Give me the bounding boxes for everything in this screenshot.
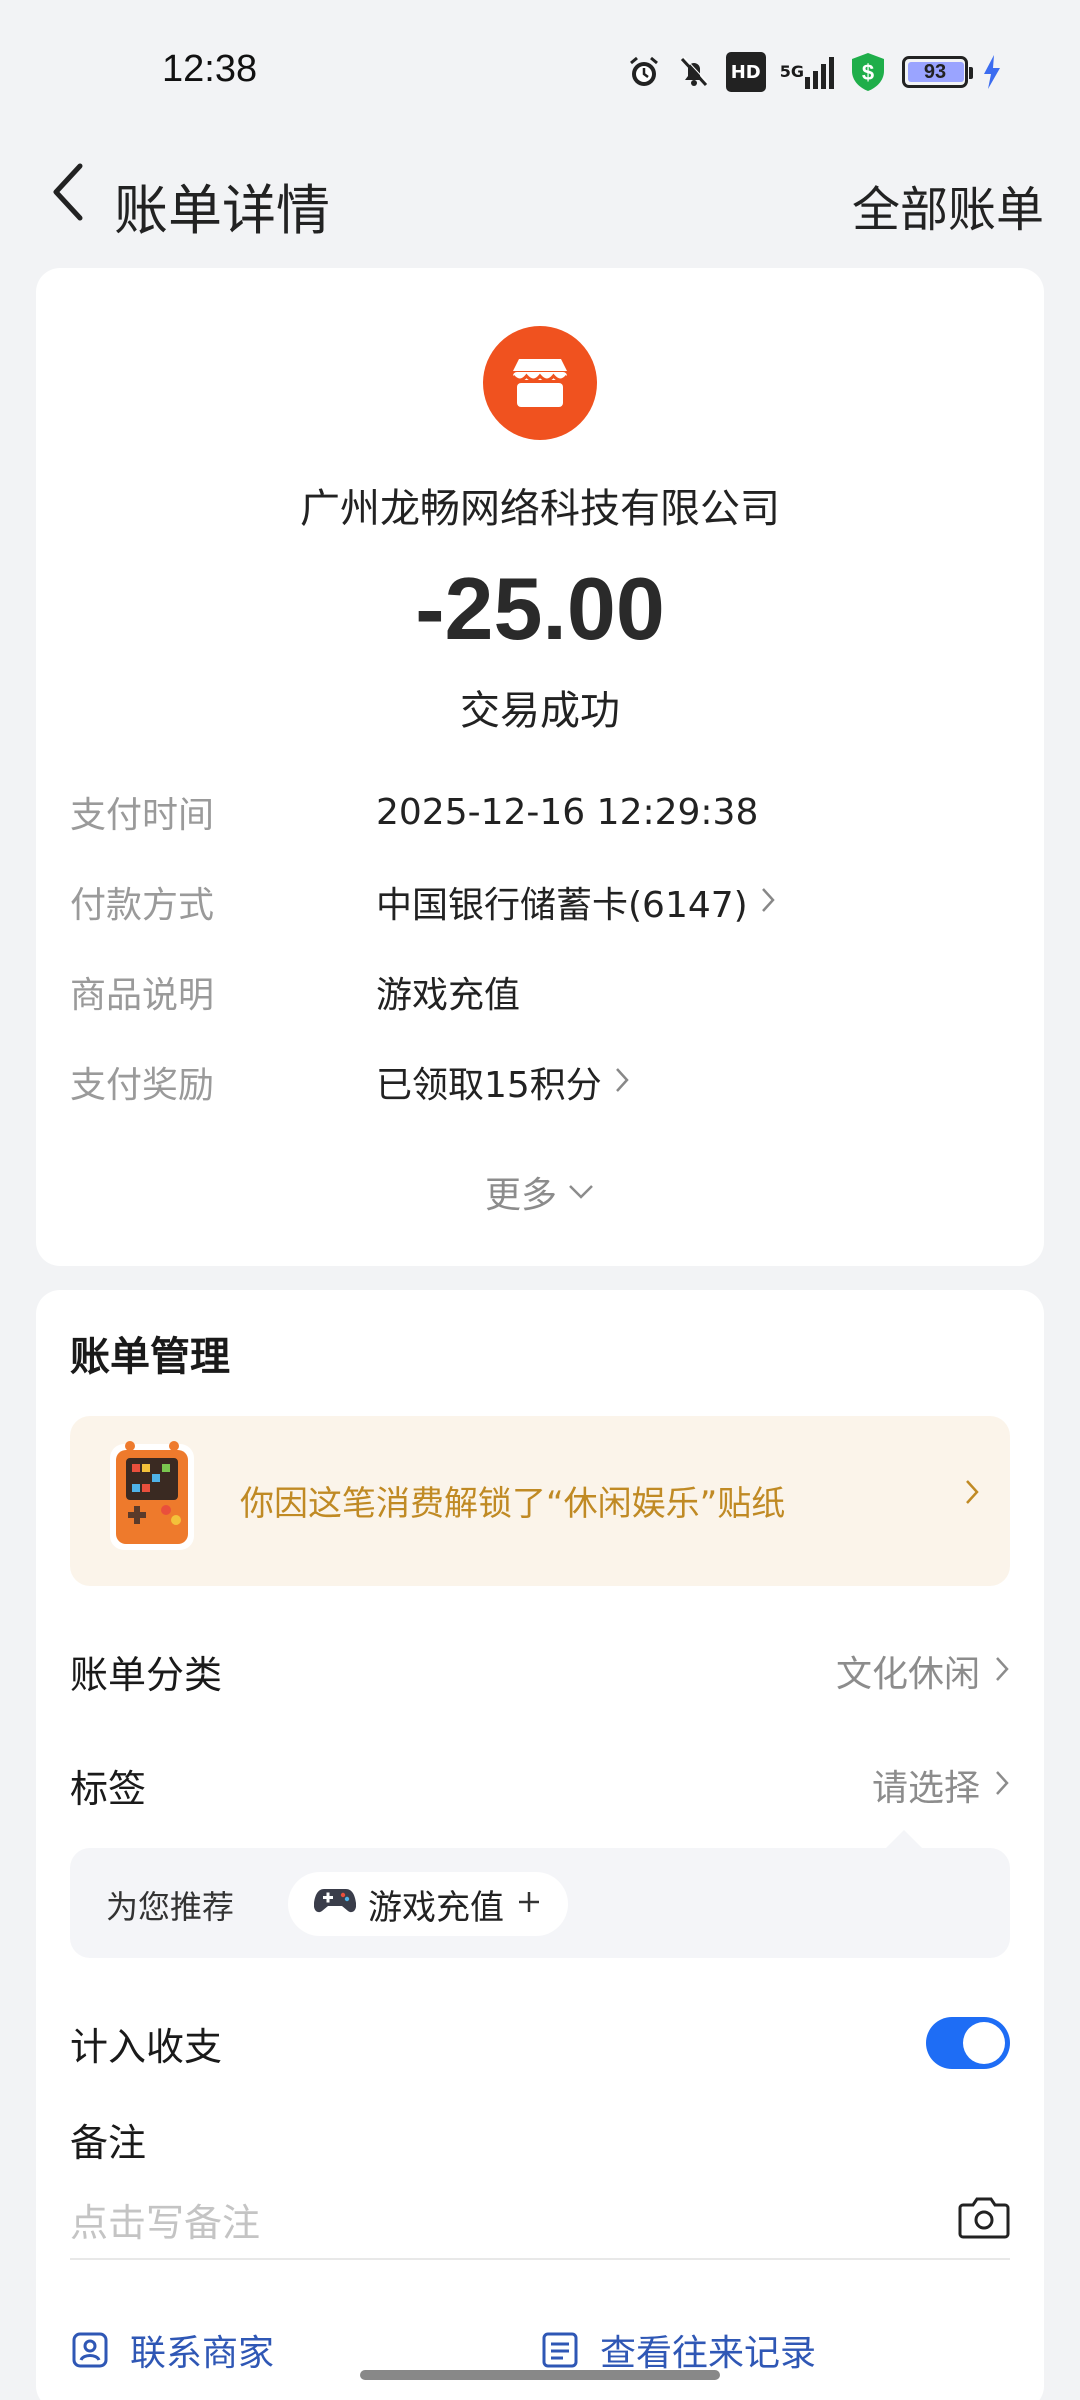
back-button[interactable] — [36, 150, 100, 234]
detail-value: 游戏充值 — [376, 975, 521, 1016]
chevron-right-icon — [994, 1651, 1010, 1692]
battery-level: 93 — [923, 60, 947, 83]
battery-icon: 93 — [902, 52, 973, 92]
mute-icon — [676, 52, 712, 92]
detail-row-payment-method[interactable]: 付款方式 中国银行储蓄卡(6147) — [70, 872, 1010, 932]
amount: -25.00 — [415, 559, 665, 658]
chevron-left-icon — [53, 163, 83, 221]
detail-label: 支付奖励 — [70, 1065, 215, 1106]
camera-icon[interactable] — [958, 2195, 1010, 2243]
recommend-chip[interactable]: 游戏充值 — [288, 1872, 568, 1936]
remark-label: 备注 — [70, 2121, 147, 2165]
tag-recommendations: 为您推荐 游戏充值 — [70, 1830, 1010, 1958]
category-value: 文化休闲 — [835, 1654, 980, 1695]
plus-icon — [516, 1884, 542, 1924]
section-title: 账单管理 — [70, 1334, 230, 1380]
merchant-name: 广州龙畅网络科技有限公司 — [300, 486, 780, 532]
recommend-label: 为您推荐 — [106, 1888, 235, 1926]
remark-input[interactable]: 点击写备注 — [70, 2180, 1010, 2260]
chevron-right-icon — [614, 1062, 630, 1103]
contact-icon — [72, 2332, 108, 2368]
chevron-right-icon — [760, 882, 776, 923]
detail-row-reward[interactable]: 支付奖励 已领取15积分 — [70, 1052, 1010, 1112]
chevron-right-icon — [994, 1765, 1010, 1806]
game-console-sticker-icon — [104, 1440, 200, 1556]
gamepad-icon — [313, 1884, 357, 1924]
chevron-right-icon — [964, 1478, 980, 1510]
alarm-icon — [626, 52, 662, 92]
all-bills-link[interactable]: 全部账单 — [852, 170, 1044, 240]
detail-value: 已领取15积分 — [376, 1065, 602, 1106]
status-time: 12:38 — [162, 48, 258, 90]
view-history-label: 查看往来记录 — [600, 2333, 817, 2374]
transaction-status: 交易成功 — [460, 688, 620, 734]
hd-icon: HD — [725, 52, 766, 92]
chevron-down-icon — [569, 1185, 593, 1199]
more-label: 更多 — [484, 1175, 557, 1216]
status-bar: 12:38 HD 5G $ 93 — [0, 0, 1080, 140]
top-nav: 账单详情 全部账单 — [0, 140, 1080, 260]
charging-icon — [982, 52, 1002, 92]
detail-row-pay-time: 支付时间 2025-12-16 12:29:38 — [70, 782, 1010, 842]
network-label: 5G — [779, 62, 804, 81]
tag-label: 标签 — [70, 1766, 147, 1811]
list-icon — [542, 2332, 578, 2368]
detail-label: 支付时间 — [70, 795, 215, 836]
sticker-banner[interactable]: 你因这笔消费解锁了“休闲娱乐”贴纸 — [70, 1416, 1010, 1586]
contact-merchant-label: 联系商家 — [130, 2333, 275, 2374]
bill-category-row[interactable]: 账单分类 文化休闲 — [70, 1636, 1010, 1706]
include-toggle[interactable] — [926, 2017, 1010, 2069]
tag-value: 请选择 — [871, 1768, 980, 1809]
detail-label: 付款方式 — [70, 885, 215, 926]
home-indicator[interactable] — [360, 2370, 720, 2380]
detail-label: 商品说明 — [70, 975, 215, 1016]
category-label: 账单分类 — [70, 1652, 223, 1697]
bill-management-card: 账单管理 你因这笔消费解锁了“休闲娱乐”贴纸 账单分类 文化休闲 标签 请选择 — [36, 1290, 1044, 2400]
tag-row[interactable]: 标签 请选择 — [70, 1750, 1010, 1820]
more-button[interactable]: 更多 — [36, 1166, 1044, 1218]
page-title: 账单详情 — [114, 179, 330, 242]
detail-value: 中国银行储蓄卡(6147) — [376, 885, 748, 926]
toggle-knob — [963, 2022, 1005, 2064]
recommend-chip-label: 游戏充值 — [368, 1887, 504, 1928]
detail-row-description: 商品说明 游戏充值 — [70, 962, 1010, 1022]
signal-icon: 5G — [780, 52, 834, 92]
svg-text:$: $ — [862, 60, 874, 85]
store-icon — [483, 326, 597, 440]
transaction-card: 广州龙畅网络科技有限公司 -25.00 交易成功 支付时间 2025-12-16… — [36, 268, 1044, 1266]
sticker-text: 你因这笔消费解锁了“休闲娱乐”贴纸 — [240, 1484, 786, 1524]
include-in-stats-row: 计入收支 — [70, 2008, 1010, 2078]
status-icons: HD 5G $ 93 — [626, 50, 1002, 94]
include-label: 计入收支 — [70, 2024, 223, 2069]
shield-icon: $ — [848, 52, 888, 92]
detail-value: 2025-12-16 12:29:38 — [376, 791, 759, 833]
remark-placeholder: 点击写备注 — [70, 2200, 261, 2245]
